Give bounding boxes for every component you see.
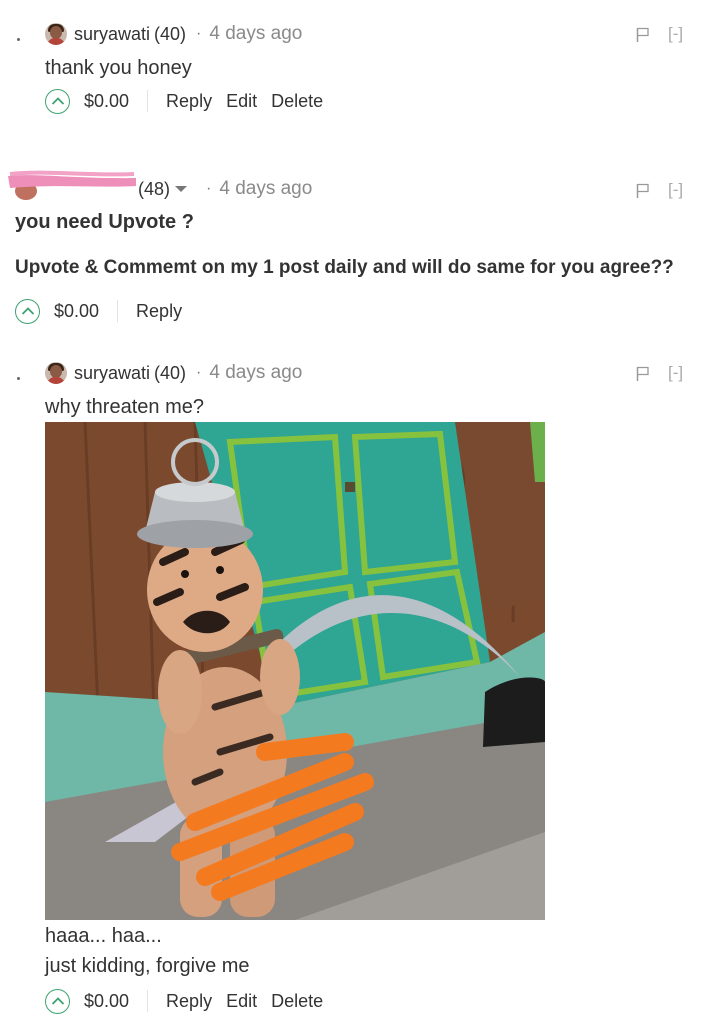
reply-link[interactable]: Reply	[166, 991, 212, 1012]
chevron-up-icon	[51, 997, 64, 1005]
upvote-button[interactable]	[15, 298, 40, 324]
delete-link[interactable]: Delete	[271, 91, 323, 112]
delete-link[interactable]: Delete	[271, 991, 323, 1012]
caret-down-icon[interactable]	[174, 184, 188, 194]
edit-link[interactable]: Edit	[226, 991, 257, 1012]
separator-dot: ·	[196, 364, 202, 381]
upvote-button[interactable]	[45, 988, 70, 1014]
upvote-button[interactable]	[45, 88, 70, 114]
flag-icon[interactable]	[636, 27, 650, 43]
comment-footer: $0.00 Reply	[15, 298, 196, 324]
flag-icon[interactable]	[636, 366, 650, 382]
comment-body-line: haaa... haa...	[45, 925, 162, 947]
separator-dot: ·	[196, 25, 202, 42]
comment-header: suryawati (40) · 4 days ago	[45, 361, 302, 385]
collapse-toggle[interactable]: [-]	[668, 363, 683, 383]
avatar[interactable]	[45, 23, 67, 45]
comment-footer: $0.00 Reply Edit Delete	[45, 988, 337, 1014]
comment-header: suryawati (40) · 4 days ago	[45, 22, 302, 46]
comment-body-line: thank you honey	[45, 57, 192, 79]
comment-body-line: just kidding, forgive me	[45, 955, 250, 977]
comment-body-line: you need Upvote ?	[15, 211, 194, 233]
comment-header: (48) · 4 days ago	[138, 177, 312, 201]
payout-value[interactable]: $0.00	[84, 991, 129, 1012]
author-reputation: (48)	[138, 178, 171, 199]
comment-body-line: Upvote & Commemt on my 1 post daily and …	[15, 257, 674, 278]
edit-link[interactable]: Edit	[226, 91, 257, 112]
separator-dot: ·	[206, 180, 212, 197]
author-name[interactable]: suryawati	[74, 24, 150, 45]
timestamp[interactable]: 4 days ago	[219, 178, 312, 200]
timestamp[interactable]: 4 days ago	[209, 23, 302, 45]
comment-footer: $0.00 Reply Edit Delete	[45, 88, 337, 114]
reply-link[interactable]: Reply	[166, 91, 212, 112]
timestamp[interactable]: 4 days ago	[209, 362, 302, 384]
photo-illustration	[45, 422, 545, 920]
author-reputation: (40)	[154, 23, 187, 44]
reply-link[interactable]: Reply	[136, 301, 182, 322]
footer-divider	[117, 300, 119, 322]
comment-photo[interactable]	[45, 422, 545, 920]
redaction-scribble	[8, 170, 136, 188]
thread-bullet	[17, 377, 20, 380]
footer-divider	[147, 990, 149, 1012]
payout-value[interactable]: $0.00	[84, 91, 129, 112]
payout-value[interactable]: $0.00	[54, 301, 99, 322]
avatar[interactable]	[45, 362, 67, 384]
footer-divider	[147, 90, 149, 112]
chevron-up-icon	[51, 97, 64, 105]
collapse-toggle[interactable]: [-]	[668, 24, 683, 44]
author-name[interactable]: suryawati	[74, 363, 150, 384]
flag-icon[interactable]	[636, 183, 650, 199]
chevron-up-icon	[21, 307, 34, 315]
author-reputation: (40)	[154, 362, 187, 383]
thread-bullet	[17, 38, 20, 41]
collapse-toggle[interactable]: [-]	[668, 180, 683, 200]
comment-body-line: why threaten me?	[45, 396, 204, 418]
